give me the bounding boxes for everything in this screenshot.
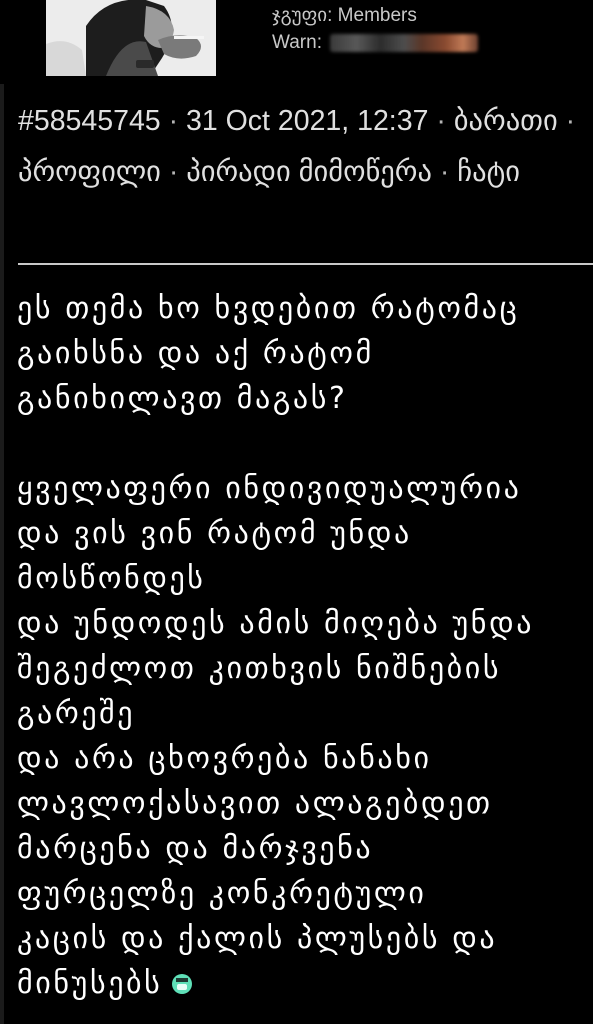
post-frame-edge bbox=[0, 84, 4, 1024]
group-value: Members bbox=[337, 5, 417, 26]
post-text-line: მარცენა და მარჯვენა bbox=[17, 831, 374, 866]
group-row: ჯგუფი: Members bbox=[272, 2, 478, 29]
post-date: 31 Oct 2021, 12:37 bbox=[186, 105, 429, 137]
private-message-link[interactable]: პირადი მიმოწერა bbox=[186, 156, 432, 188]
post-text-line: ეს თემა ხო ხვდებით რატომაც bbox=[17, 291, 520, 326]
separator: · bbox=[436, 105, 446, 137]
user-info-block: ჯგუფი: Members Warn: bbox=[0, 0, 593, 84]
card-link[interactable]: ბარათი bbox=[454, 105, 558, 137]
post-text-line: გარეშე bbox=[17, 696, 136, 731]
separator: · bbox=[565, 105, 576, 137]
post-text-line: კაცის და ქალის პლუსებს და bbox=[17, 921, 498, 956]
post-text-line: ყველაფერი ინდივიდუალურია bbox=[17, 471, 522, 506]
post-text-line: და უნდოდეს ამის მიღება უნდა bbox=[17, 606, 535, 641]
post-divider bbox=[18, 263, 593, 265]
smile-emoji-icon bbox=[170, 964, 194, 1009]
warn-level-bar bbox=[329, 33, 478, 52]
post-body: ეს თემა ხო ხვდებით რატომაც გაიხსნა და აქ… bbox=[17, 286, 593, 1006]
group-label: ჯგუფი: bbox=[272, 5, 333, 26]
separator: · bbox=[168, 105, 179, 137]
profile-link[interactable]: პროფილი bbox=[18, 156, 161, 188]
post-header: #58545745 · 31 Oct 2021, 12:37 · ბარათი … bbox=[18, 96, 588, 198]
avatar[interactable] bbox=[46, 0, 216, 76]
post-text-line: განიხილავთ მაგას? bbox=[17, 381, 348, 416]
post-text-line: და არა ცხოვრება ნანახი bbox=[17, 741, 432, 776]
post-text-line: შეგეძლოთ კითხვის ნიშნების bbox=[17, 651, 502, 686]
separator: · bbox=[439, 156, 450, 188]
user-meta: ჯგუფი: Members Warn: bbox=[272, 2, 478, 56]
post-text-line: ფურცელზე კონკრეტული bbox=[17, 876, 427, 911]
post-text-line: მოსწონდეს bbox=[17, 561, 206, 596]
chat-link[interactable]: ჩატი bbox=[457, 156, 520, 188]
warn-row: Warn: bbox=[272, 29, 478, 56]
post-text-line: ლავლოქასავით ალაგებდეთ bbox=[17, 786, 493, 821]
post-text-line: გაიხსნა და აქ რატომ bbox=[17, 336, 374, 371]
post-text-line: და ვის ვინ რატომ უნდა bbox=[17, 516, 412, 551]
avatar-photo bbox=[46, 0, 216, 76]
warn-label: Warn: bbox=[272, 32, 322, 53]
separator: · bbox=[168, 156, 179, 188]
post-text-line-last: მინუსებს bbox=[17, 961, 593, 1006]
post-text-fragment: მინუსებს bbox=[17, 966, 163, 1001]
post-id-link[interactable]: #58545745 bbox=[18, 105, 161, 137]
